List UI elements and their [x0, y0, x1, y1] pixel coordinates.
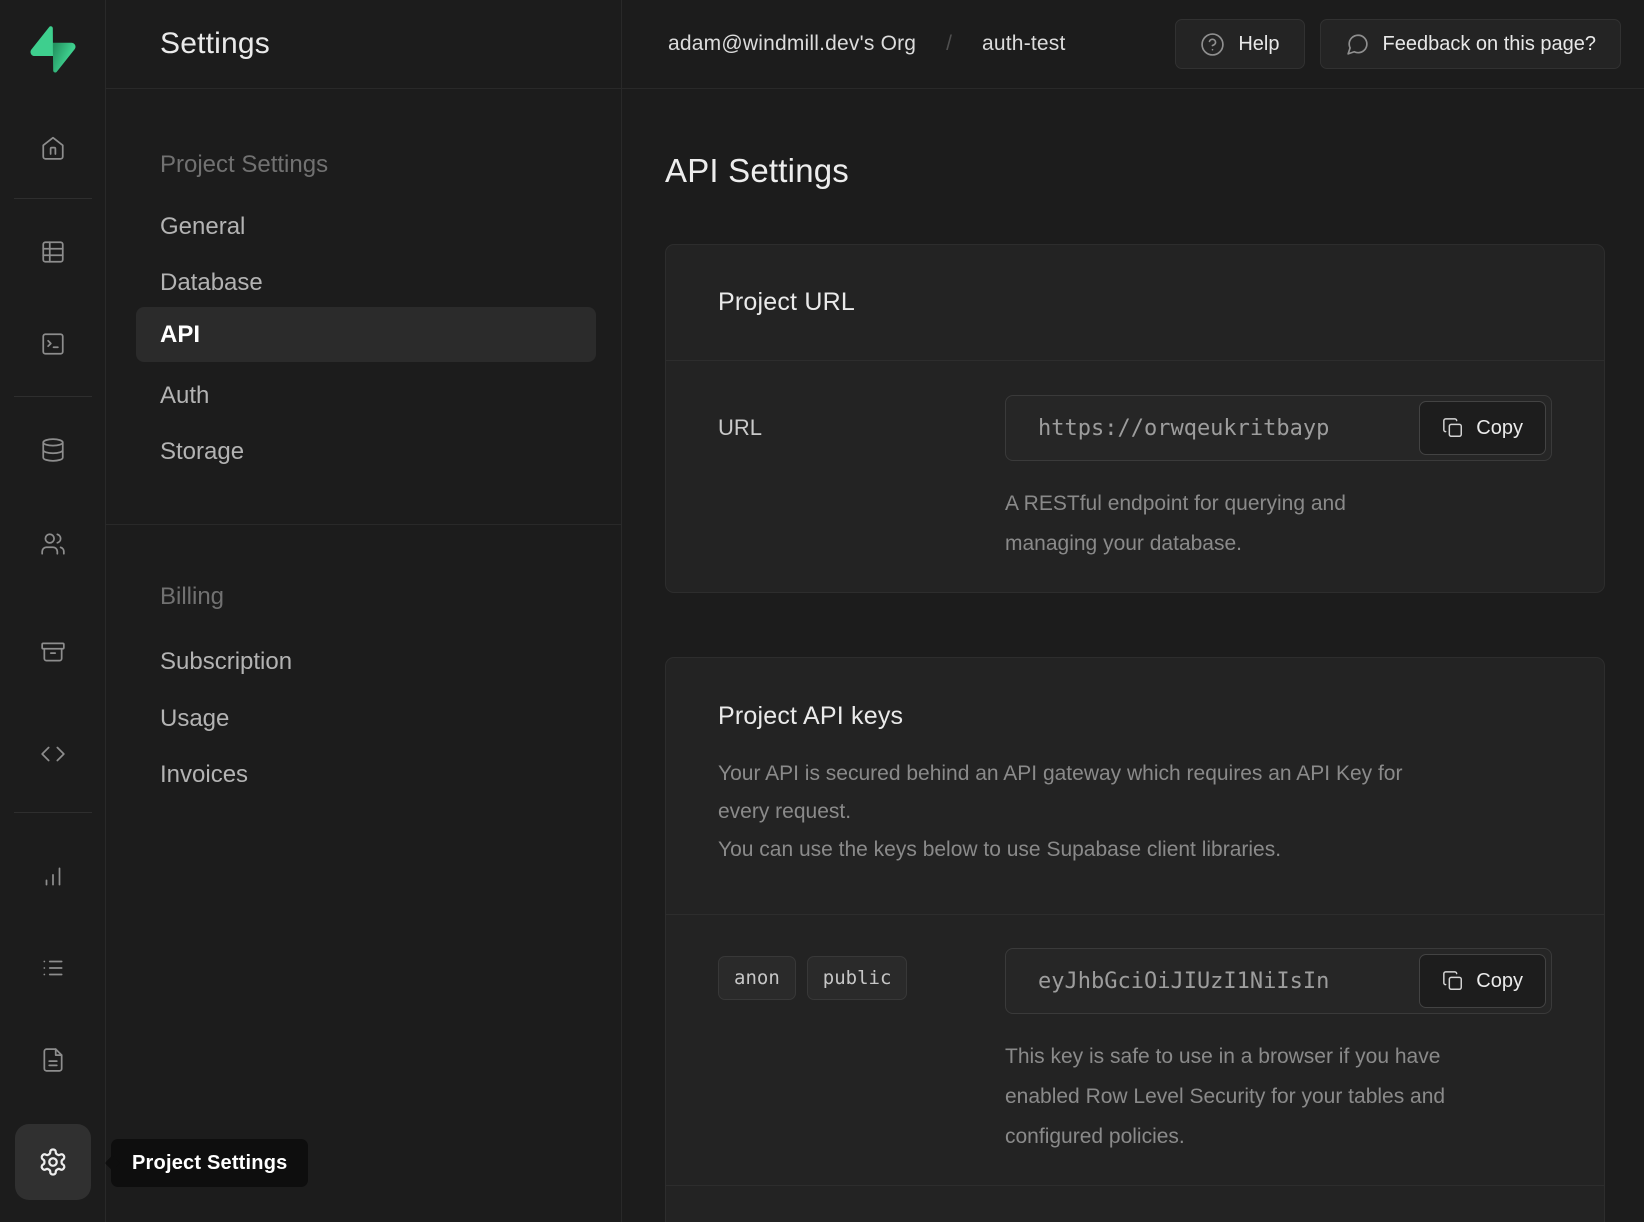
url-label: URL [718, 395, 1005, 564]
nav-item-api-active[interactable]: API [136, 307, 596, 362]
nav-item-general[interactable]: General [160, 213, 245, 241]
copy-icon [1442, 417, 1464, 439]
sidebar-item-sql-editor[interactable] [29, 320, 77, 368]
settings-nav: Settings Project Settings General Databa… [106, 0, 622, 1222]
home-icon [40, 135, 66, 161]
message-bubble-icon [1345, 32, 1370, 57]
nav-item-auth[interactable]: Auth [160, 382, 209, 410]
archive-icon [40, 639, 66, 665]
topbar: adam@windmill.dev's Org / auth-test Help… [622, 0, 1644, 89]
help-button-label: Help [1238, 33, 1279, 56]
badge-anon: anon [718, 956, 796, 1000]
nav-item-database[interactable]: Database [160, 269, 263, 297]
copy-anon-key-label: Copy [1476, 970, 1523, 993]
settings-nav-title: Settings [160, 27, 270, 61]
icon-sidebar [0, 0, 106, 1222]
users-icon [40, 531, 66, 557]
api-settings-content: API Settings Project URL URL https://orw… [622, 89, 1644, 1222]
settings-nav-body: Project Settings General Database API Au… [106, 89, 621, 1222]
code-icon [40, 741, 66, 767]
sidebar-item-docs[interactable] [29, 1036, 77, 1084]
project-url-input[interactable]: https://orwqeukritbayp Copy [1005, 395, 1552, 461]
nav-item-storage[interactable]: Storage [160, 438, 244, 466]
api-keys-card-header: Project API keys Your API is secured beh… [666, 658, 1604, 915]
rail-divider [14, 812, 92, 813]
copy-anon-key-button[interactable]: Copy [1419, 954, 1546, 1008]
url-field-area: https://orwqeukritbayp Copy A RESTful en… [1005, 395, 1552, 564]
anon-key-value: eyJhbGciOiJIUzI1NiIsIn [1038, 969, 1329, 994]
project-settings-tooltip: Project Settings [111, 1139, 308, 1187]
feedback-button-label: Feedback on this page? [1383, 33, 1597, 56]
nav-section-billing: Billing [160, 583, 224, 611]
nav-item-usage[interactable]: Usage [160, 705, 229, 733]
nav-section-project-settings: Project Settings [160, 151, 328, 179]
project-url-value: https://orwqeukritbayp [1038, 416, 1329, 441]
api-keys-card-title: Project API keys [718, 702, 903, 730]
sidebar-item-reports[interactable] [29, 852, 77, 900]
sidebar-item-logs[interactable] [29, 944, 77, 992]
api-keys-description-2: You can use the keys below to use Supaba… [718, 831, 1418, 869]
project-url-card: Project URL URL https://orwqeukritbayp [665, 244, 1605, 593]
api-keys-description-1: Your API is secured behind an API gatewa… [718, 755, 1418, 831]
sidebar-item-auth[interactable] [29, 520, 77, 568]
rail-divider [14, 198, 92, 199]
rail-divider [14, 396, 92, 397]
anon-key-field-area: eyJhbGciOiJIUzI1NiIsIn Copy This key is … [1005, 948, 1552, 1157]
main-panel: adam@windmill.dev's Org / auth-test Help… [622, 0, 1644, 1222]
project-url-card-header: Project URL [666, 245, 1604, 361]
sidebar-item-home[interactable] [29, 124, 77, 172]
project-url-description: A RESTful endpoint for querying and mana… [1005, 484, 1405, 564]
copy-icon [1442, 970, 1464, 992]
table-icon [40, 239, 66, 265]
key-badges: anon public [718, 948, 1005, 1157]
breadcrumb-project[interactable]: auth-test [982, 32, 1066, 56]
feedback-button[interactable]: Feedback on this page? [1320, 19, 1622, 69]
anon-key-description: This key is safe to use in a browser if … [1005, 1037, 1457, 1157]
api-keys-card: Project API keys Your API is secured beh… [665, 657, 1605, 1222]
breadcrumb-org[interactable]: adam@windmill.dev's Org [668, 32, 916, 56]
nav-item-subscription[interactable]: Subscription [160, 648, 292, 676]
file-text-icon [40, 1047, 66, 1073]
nav-item-invoices[interactable]: Invoices [160, 761, 248, 789]
supabase-logo-icon [30, 26, 75, 73]
help-button[interactable]: Help [1175, 19, 1304, 69]
sidebar-item-project-settings[interactable] [15, 1124, 91, 1200]
next-key-row-cutoff [666, 1186, 1604, 1222]
sidebar-item-database[interactable] [29, 426, 77, 474]
copy-url-button[interactable]: Copy [1419, 401, 1546, 455]
project-url-card-title: Project URL [718, 288, 855, 317]
sidebar-item-edge-functions[interactable] [29, 730, 77, 778]
project-url-row: URL https://orwqeukritbayp Copy [666, 361, 1604, 592]
bar-chart-icon [40, 863, 66, 889]
gear-icon [38, 1147, 68, 1177]
sidebar-item-storage[interactable] [29, 628, 77, 676]
list-icon [40, 955, 66, 981]
page-title: API Settings [665, 152, 1605, 189]
database-icon [40, 437, 66, 463]
copy-url-label: Copy [1476, 417, 1523, 440]
nav-item-api-label: API [160, 321, 200, 349]
app-root: Project Settings Settings Project Settin… [0, 0, 1644, 1222]
supabase-logo[interactable] [30, 26, 75, 73]
nav-section-divider [106, 524, 621, 525]
terminal-icon [40, 331, 66, 357]
anon-key-row: anon public eyJhbGciOiJIUzI1NiIsIn C [666, 915, 1604, 1186]
settings-nav-header: Settings [106, 0, 621, 89]
badge-public: public [807, 956, 908, 1000]
topbar-actions: Help Feedback on this page? [1175, 19, 1621, 69]
anon-key-input[interactable]: eyJhbGciOiJIUzI1NiIsIn Copy [1005, 948, 1552, 1014]
breadcrumb-separator: / [946, 32, 952, 56]
sidebar-item-table-editor[interactable] [29, 228, 77, 276]
help-circle-icon [1200, 32, 1225, 57]
